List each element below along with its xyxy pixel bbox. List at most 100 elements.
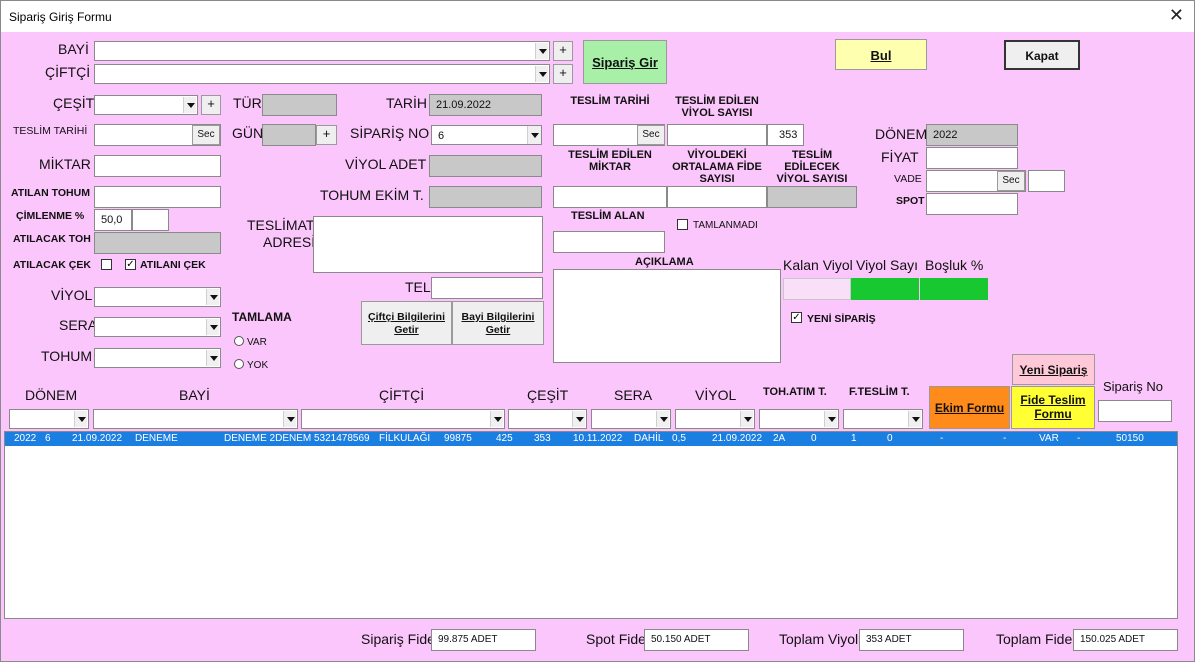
viyol-sayi-label: Viyol Sayı: [856, 257, 918, 273]
aciklama-textarea[interactable]: [553, 269, 781, 363]
chevron-down-icon[interactable]: [527, 126, 541, 144]
tohum-combo[interactable]: [94, 348, 221, 368]
chevron-down-icon[interactable]: [535, 66, 548, 82]
chevron-down-icon[interactable]: [183, 97, 196, 113]
viyol-combo[interactable]: [94, 287, 221, 307]
filter-f-teslim-label: F.TESLİM T.: [849, 386, 910, 398]
teslim-viyol-value-input[interactable]: 353: [767, 124, 804, 146]
filter-viyol-combo[interactable]: [675, 409, 755, 429]
filter-sera-combo[interactable]: [591, 409, 671, 429]
spot-fide-input[interactable]: 50.150 ADET: [644, 629, 749, 651]
cell-c2: 1: [851, 433, 857, 444]
tur-input: [262, 94, 337, 116]
teslim-edilen-viyol-input[interactable]: [667, 124, 767, 146]
miktar-input[interactable]: [94, 155, 221, 177]
yeni-siparis-button[interactable]: Yeni Sipariş: [1012, 354, 1095, 385]
tarih-input: 21.09.2022: [429, 94, 542, 116]
tel-input[interactable]: [431, 277, 543, 299]
add-ciftci-button[interactable]: +: [553, 64, 573, 84]
add-bayi-button[interactable]: +: [553, 41, 573, 61]
chevron-down-icon[interactable]: [656, 411, 669, 427]
atilan-tohum-input[interactable]: [94, 186, 221, 208]
cell-tel: 5321478569: [314, 433, 370, 444]
cell-c1: 0: [811, 433, 817, 444]
cell-dahil: DAHİL: [634, 433, 664, 444]
ciftci-bilgi-button[interactable]: Çiftçi Bilgilerini Getir: [361, 301, 452, 345]
chevron-down-icon[interactable]: [206, 350, 219, 366]
filter-f-teslim-combo[interactable]: [843, 409, 923, 429]
viyoldeki-ortalama-input[interactable]: [667, 186, 767, 208]
sera-combo[interactable]: [94, 317, 221, 337]
filter-cesit-combo[interactable]: [508, 409, 587, 429]
teslim-edilecek-label: TESLİM EDİLECEK VİYOL SAYISI: [776, 149, 848, 185]
teslim-alan-input[interactable]: [553, 231, 665, 253]
cesit-combo[interactable]: [94, 95, 198, 115]
cell-spot: 50150: [1116, 433, 1144, 444]
orders-list[interactable]: 2022 6 21.09.2022 DENEME DENEME 2DENEM 5…: [4, 431, 1178, 619]
siparis-gir-button[interactable]: Sipariş Gir: [583, 40, 667, 84]
toplam-viyol-input[interactable]: 353 ADET: [859, 629, 964, 651]
kapat-button[interactable]: Kapat: [1004, 40, 1080, 70]
chevron-down-icon[interactable]: [206, 319, 219, 335]
var-radio[interactable]: [234, 336, 244, 346]
yeni-siparis-label: YENİ SİPARİŞ: [807, 313, 876, 325]
teslimat-adresi-textarea[interactable]: [313, 216, 543, 273]
add-gun-button[interactable]: +: [316, 125, 337, 145]
teslim-edilen-miktar-input[interactable]: [553, 186, 667, 208]
filter-bayi-combo[interactable]: [93, 409, 298, 429]
filter-bayi-label: BAYİ: [179, 387, 210, 403]
cimlenme-label: ÇİMLENME %: [16, 210, 85, 222]
fiyat-input[interactable]: [926, 147, 1018, 169]
kalan-viyol-input[interactable]: [783, 278, 851, 300]
cell-teslim: 10.11.2022: [573, 433, 623, 444]
table-row[interactable]: 2022 6 21.09.2022 DENEME DENEME 2DENEM 5…: [5, 432, 1177, 446]
ciftci-combo[interactable]: [94, 64, 550, 84]
cimlenme-extra-input[interactable]: [132, 209, 169, 231]
chevron-down-icon[interactable]: [908, 411, 921, 427]
yeni-siparis-checkbox[interactable]: ✓: [791, 312, 802, 323]
viyol-label: VİYOL: [51, 287, 93, 303]
close-icon[interactable]: ✕: [1169, 5, 1184, 26]
ekim-formu-button[interactable]: Ekim Formu: [929, 386, 1010, 429]
filter-donem-label: DÖNEM: [25, 387, 78, 403]
fiyat-label: FİYAT: [881, 149, 919, 165]
spot-input[interactable]: [926, 193, 1018, 215]
aciklama-label: AÇIKLAMA: [635, 256, 694, 268]
bul-button[interactable]: Bul: [835, 39, 927, 70]
filter-siparis-no-input[interactable]: [1098, 400, 1172, 422]
add-cesit-button[interactable]: +: [201, 95, 221, 115]
filter-ciftci-label: ÇİFTÇİ: [379, 387, 425, 403]
chevron-down-icon[interactable]: [74, 411, 87, 427]
chevron-down-icon[interactable]: [740, 411, 753, 427]
bayi-bilgi-button[interactable]: Bayi Bilgilerini Getir: [452, 301, 544, 345]
fide-teslim-button[interactable]: Fide Teslim Formu: [1011, 386, 1095, 429]
atilacak-toh-label: ATILACAK TOH: [13, 233, 91, 245]
filter-ciftci-combo[interactable]: [301, 409, 505, 429]
chevron-down-icon[interactable]: [490, 411, 503, 427]
chevron-down-icon[interactable]: [824, 411, 837, 427]
title-bar: Sipariş Giriş Formu ✕: [1, 1, 1194, 32]
var-radio-label: VAR: [247, 337, 267, 348]
cell-miktar: 99875: [444, 433, 472, 444]
chevron-down-icon[interactable]: [535, 43, 548, 59]
yok-radio[interactable]: [234, 359, 244, 369]
atilacak-cek-checkbox[interactable]: [101, 259, 112, 270]
toplam-fide-input[interactable]: 150.025 ADET: [1073, 629, 1178, 651]
chevron-down-icon[interactable]: [572, 411, 585, 427]
donem-input: 2022: [926, 124, 1018, 146]
tamlanmadi-checkbox[interactable]: [677, 219, 688, 230]
siparis-fide-input[interactable]: 99.875 ADET: [431, 629, 536, 651]
chevron-down-icon[interactable]: [283, 411, 296, 427]
chevron-down-icon[interactable]: [206, 289, 219, 305]
teslim-tarihi-head-label: TESLİM TARİHİ: [570, 95, 650, 107]
sec-button[interactable]: Sec: [192, 125, 220, 145]
filter-donem-combo[interactable]: [9, 409, 89, 429]
cimlenme-input[interactable]: 50,0: [94, 209, 132, 231]
atilani-cek-checkbox[interactable]: ✓: [125, 259, 136, 270]
sec-button-2[interactable]: Sec: [637, 125, 665, 145]
vade-extra-input[interactable]: [1028, 170, 1065, 192]
siparis-no-combo[interactable]: 6: [431, 125, 542, 145]
sec-button-3[interactable]: Sec: [997, 171, 1025, 191]
filter-toh-atim-combo[interactable]: [759, 409, 839, 429]
bayi-combo[interactable]: [94, 41, 550, 61]
